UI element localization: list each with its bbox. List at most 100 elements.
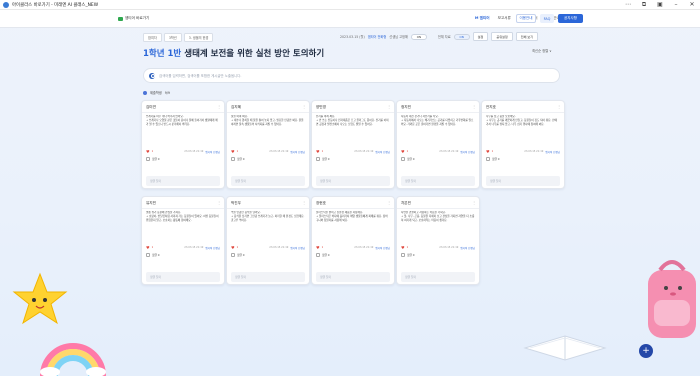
heart-icon[interactable]: ♥ [401, 245, 405, 250]
comment-checkbox[interactable] [401, 253, 405, 257]
more-options-icon[interactable]: ⋮ [387, 200, 391, 205]
more-options-icon[interactable]: ⋮ [217, 200, 221, 205]
heart-icon[interactable]: ♥ [401, 149, 405, 154]
divider [397, 208, 479, 209]
post-date: 23.03.15 21:19 [184, 150, 204, 153]
post-card[interactable]: 장현호 ⋮ 플라스틱을 줄이고 친환경 제품을 사용해요. → 플라스틱은 바다에 … [311, 196, 395, 285]
board-toolbar: 2023.03.15 (월) 엠티어 전화형 선생님 고정해 ON 전체 자료 … [340, 32, 539, 41]
settings-button[interactable]: 설정 [472, 32, 489, 41]
logo-label: 엠티어 바로가기 [125, 16, 150, 20]
search-input[interactable]: 검색어를 입력하면, 검색어를 포함한 게시글만 노출됩니다. [159, 73, 241, 78]
post-card[interactable]: 김미연 ⋮ 쓰레기를 아무 데나 버리지 않아요. → 쓰레기나 오염물 같은 것들… [141, 100, 225, 189]
heart-icon[interactable]: ♥ [486, 149, 490, 154]
comment-count: 댓글 0 [152, 253, 160, 257]
add-post-button[interactable]: + [639, 344, 653, 358]
search-bar[interactable]: 검색어를 입력하면, 검색어를 포함한 게시글만 노출됩니다. [143, 68, 560, 83]
post-meta: ♥ 1 23.03.15 21:19 엠티어 선생님 [231, 149, 305, 154]
breadcrumb-item[interactable]: 3. 생물의 한경 [183, 33, 214, 42]
faq-button[interactable]: FAQ [540, 14, 554, 23]
more-options-icon[interactable]: ⋮ [472, 104, 476, 109]
notice-button[interactable]: 공지사항 [558, 14, 583, 23]
like-count: 1 [406, 150, 409, 153]
comment-checkbox[interactable] [231, 157, 235, 161]
heart-icon[interactable]: ♥ [231, 149, 235, 154]
guide-button[interactable]: 이용안내 [516, 14, 536, 23]
more-options-icon[interactable]: ⋮ [217, 104, 221, 109]
fix-toggle[interactable]: ON [410, 33, 427, 40]
post-card[interactable]: 양민영 ⋮ 전기를 아껴 써요. → 안 쓰는 전등이나 전자제품은 끄고 플러그도… [311, 100, 395, 189]
participants-label: 제출학생 [150, 91, 162, 95]
reply-input[interactable]: 댓글 달기 [401, 176, 475, 186]
breadcrumb-item[interactable]: 3학년 [163, 33, 182, 42]
post-date: 23.03.15 21:19 [439, 246, 459, 249]
minimize-icon[interactable]: – [668, 1, 684, 8]
comment-row: 댓글 0 [146, 253, 160, 257]
post-card[interactable]: 유지민 ⋮ 멸종 위기 동물에 관심을 가져요. → 호랑이, 반달곰처럼 사라져 … [141, 196, 225, 285]
class-label: 1학년 1반 [143, 49, 182, 59]
comment-checkbox[interactable] [401, 157, 405, 161]
breadcrumb-item[interactable]: 참여자 [143, 33, 162, 42]
reply-input[interactable]: 댓글 달기 [316, 272, 390, 282]
more-options-icon[interactable]: ⋮ [302, 104, 306, 109]
post-card[interactable]: 차은빈 ⋮ 자연을 관찰하고 사랑하는 마음을 가져요. → 꽃, 나무, 곤충, … [396, 196, 480, 285]
reply-input[interactable]: 댓글 달기 [146, 176, 220, 186]
extension-icon[interactable]: ⧉ [636, 1, 652, 9]
like-count: 1 [151, 150, 154, 153]
comment-count: 댓글 0 [237, 253, 245, 257]
site-logo[interactable]: 엠티어 바로가기 [118, 16, 149, 21]
breadcrumb: 참여자 3학년 3. 생물의 한경 [143, 33, 214, 42]
like-count: 1 [406, 246, 409, 249]
nav-link-reports[interactable]: 보고서류 [498, 16, 511, 21]
comment-checkbox[interactable] [316, 253, 320, 257]
post-body: 멸종 위기 동물에 관심을 가져요. → 호랑이, 반달곰처럼 사라져 가는 동… [146, 211, 219, 223]
comment-checkbox[interactable] [486, 157, 490, 161]
comment-row: 댓글 0 [486, 157, 500, 161]
post-card[interactable]: 김지혜 ⋮ 물을 아껴 써요. → 세수나 양치할 때 물을 틀어 놓지 않고, 필… [226, 100, 310, 189]
post-body: 자동차 대신 걷거나 자전거를 타요. → 자동차에서 나오는 배기가스는 공기… [401, 115, 474, 127]
heart-icon[interactable]: ♥ [316, 149, 320, 154]
teacher-label: 엠티어 선생님 [205, 246, 220, 250]
comment-checkbox[interactable] [146, 157, 150, 161]
heart-icon[interactable]: ♥ [146, 245, 150, 250]
comment-row: 댓글 0 [146, 157, 160, 161]
post-body: 물을 아껴 써요. → 세수나 양치할 때 물을 틀어 놓지 않고, 필요한 만… [231, 115, 304, 127]
participants-indicator: 제출학생 9/9 [143, 90, 170, 95]
heart-icon[interactable]: ♥ [231, 245, 235, 250]
all-toggle[interactable]: ON [453, 33, 470, 40]
comment-checkbox[interactable] [231, 253, 235, 257]
reply-input[interactable]: 댓글 달기 [316, 176, 390, 186]
reply-input[interactable]: 댓글 달기 [231, 272, 305, 282]
heart-icon[interactable]: ♥ [316, 245, 320, 250]
comment-row: 댓글 0 [231, 253, 245, 257]
more-options-icon[interactable]: ⋮ [557, 104, 561, 109]
comment-count: 댓글 0 [492, 157, 500, 161]
reply-input[interactable]: 댓글 달기 [231, 176, 305, 186]
share-settings-button[interactable]: 공유설정 [491, 32, 513, 41]
reply-input[interactable]: 댓글 달기 [401, 272, 475, 282]
comment-checkbox[interactable] [146, 253, 150, 257]
heart-icon[interactable]: ♥ [146, 149, 150, 154]
close-icon[interactable]: ✕ [684, 1, 700, 8]
app-icon [3, 1, 9, 8]
more-options-icon[interactable]: ⋮ [387, 104, 391, 109]
teacher-label: 엠티어 선생님 [460, 246, 475, 250]
post-card[interactable]: 박진우 ⋮ 먹을 만큼만 음식을 덜어요. → 음식물 남기면 그만큼 쓰레기가 늘… [226, 196, 310, 285]
comment-count: 댓글 0 [322, 253, 330, 257]
more-options-icon[interactable]: ⋮ [302, 200, 306, 205]
post-date: 23.03.15 21:19 [354, 246, 374, 249]
view-all-button[interactable]: 전체 보기 [515, 32, 539, 41]
post-meta: ♥ 1 23.03.15 21:19 엠티어 선생님 [401, 149, 475, 154]
box-icon[interactable]: ▣ [652, 1, 668, 8]
sort-dropdown[interactable]: 최신순 정렬 ∨ [532, 48, 552, 53]
reply-input[interactable]: 댓글 달기 [146, 272, 220, 282]
post-card[interactable]: 안지호 ⋮ 나무를 심고 숲을 보호해요. → 나무는 공기를 깨끗하게 만들고, … [481, 100, 565, 189]
comment-checkbox[interactable] [316, 157, 320, 161]
participants-count: 9/9 [164, 90, 170, 95]
like-count: 1 [151, 246, 154, 249]
post-card[interactable]: 정지민 ⋮ 자동차 대신 걷거나 자전거를 타요. → 자동차에서 나오는 배기가스… [396, 100, 480, 189]
nav-link-mteacher[interactable]: M 엠티어 [475, 16, 490, 21]
more-icon[interactable]: ⋯ [620, 1, 636, 8]
more-options-icon[interactable]: ⋮ [472, 200, 476, 205]
post-author-name: 장현호 [316, 201, 326, 205]
reply-input[interactable]: 댓글 달기 [486, 176, 560, 186]
